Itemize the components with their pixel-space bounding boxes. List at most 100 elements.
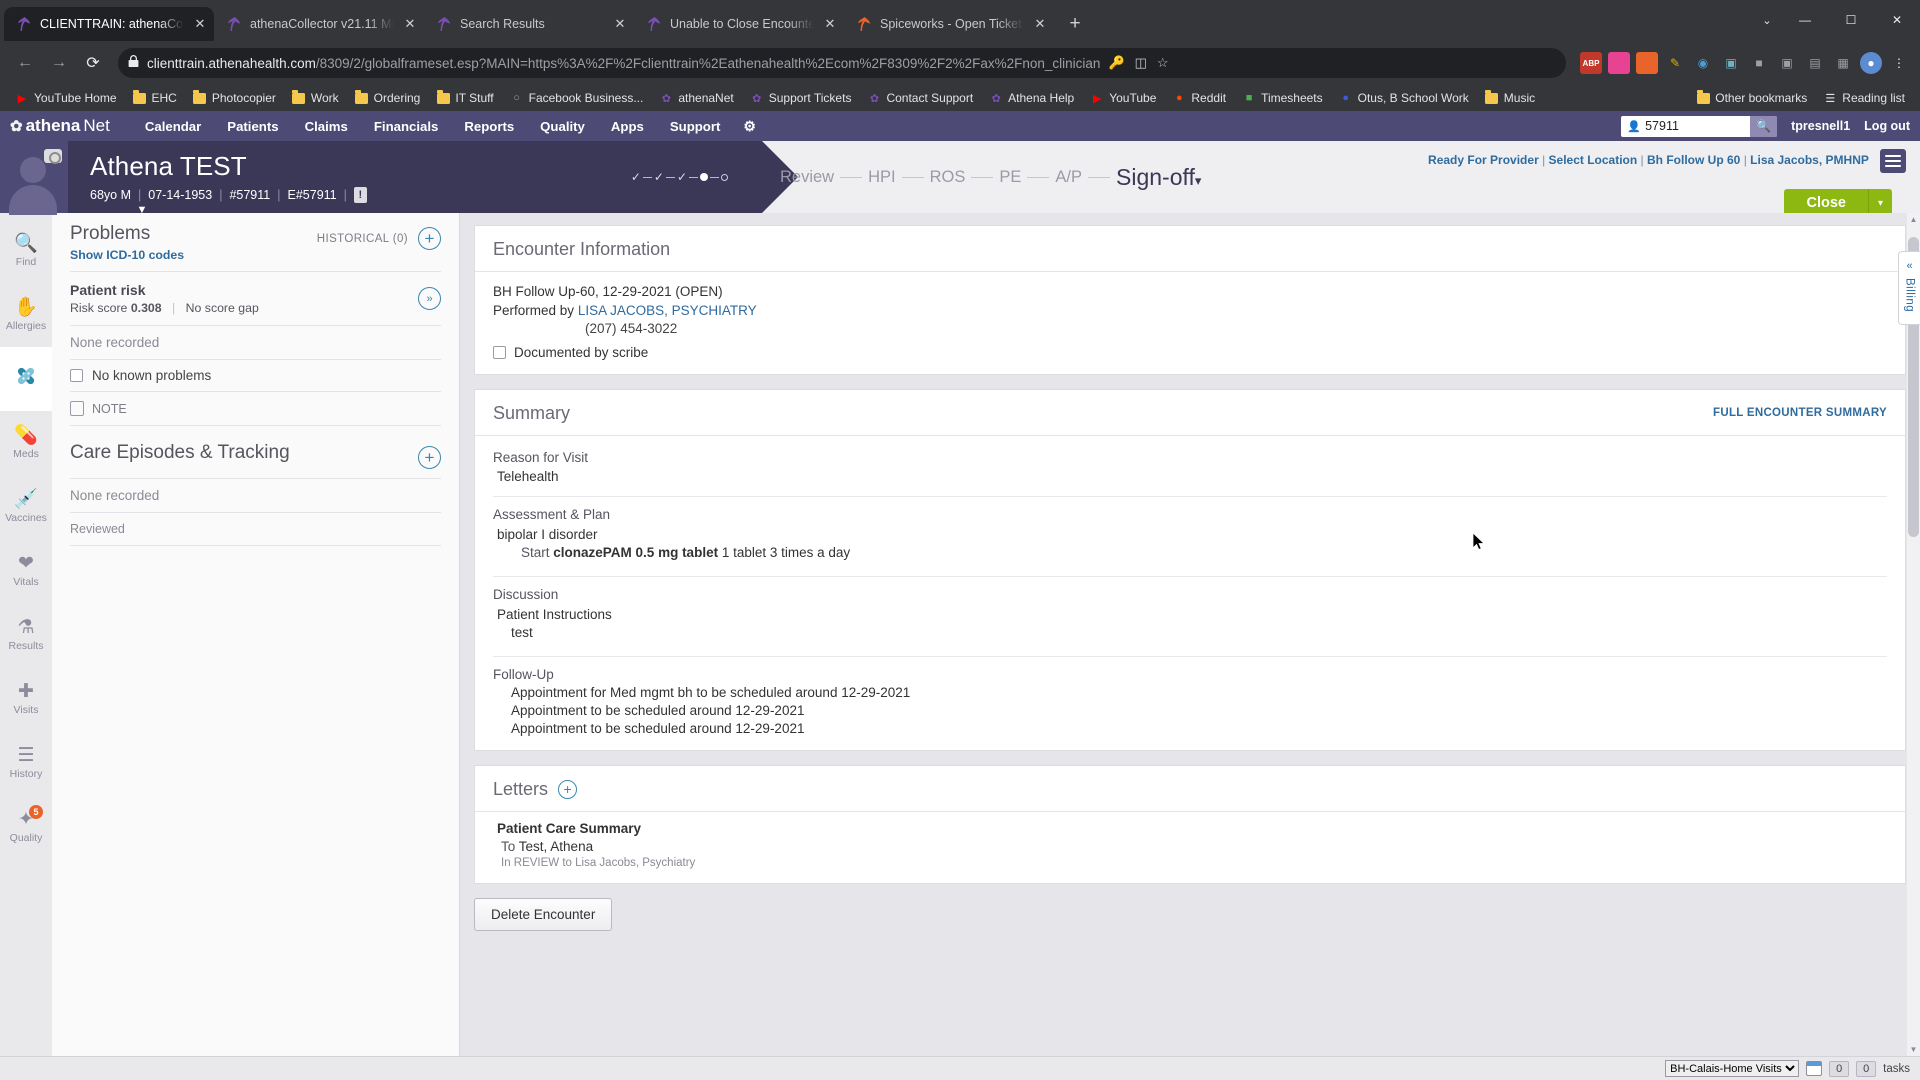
extension-grey4-icon[interactable]: ▦ bbox=[1832, 52, 1854, 74]
billing-side-tab[interactable]: « Billing bbox=[1898, 251, 1920, 325]
extension-teal-icon[interactable]: ▣ bbox=[1720, 52, 1742, 74]
delete-encounter-button[interactable]: Delete Encounter bbox=[474, 898, 612, 931]
rail-item-problems[interactable] bbox=[0, 347, 52, 411]
reload-button[interactable]: ⟳ bbox=[78, 48, 108, 78]
nav-item-claims[interactable]: Claims bbox=[292, 119, 361, 134]
nav-item-quality[interactable]: Quality bbox=[527, 119, 598, 134]
nav-item-support[interactable]: Support bbox=[657, 119, 734, 134]
calendar-icon[interactable] bbox=[1806, 1061, 1822, 1076]
count-badge-2[interactable]: 0 bbox=[1856, 1061, 1876, 1077]
nav-item-apps[interactable]: Apps bbox=[598, 119, 657, 134]
stage-review[interactable]: Review bbox=[774, 168, 840, 187]
add-problem-icon[interactable]: + bbox=[418, 227, 441, 250]
reading-list-button[interactable]: ☰Reading list bbox=[1816, 89, 1912, 107]
no-known-problems-checkbox[interactable] bbox=[70, 369, 83, 382]
back-button[interactable]: ← bbox=[10, 48, 40, 78]
bookmark-item[interactable]: ▶YouTube bbox=[1083, 89, 1163, 107]
scroll-down-arrow-icon[interactable]: ▼ bbox=[1908, 1045, 1919, 1054]
patient-risk-row[interactable]: Patient risk Risk score 0.308 | No score… bbox=[52, 272, 459, 325]
hamburger-icon[interactable] bbox=[1880, 149, 1906, 173]
bookmark-item[interactable]: Photocopier bbox=[186, 89, 283, 107]
historical-count[interactable]: HISTORICAL (0) bbox=[317, 233, 408, 245]
bookmark-item[interactable]: Ordering bbox=[348, 89, 428, 107]
bookmark-item[interactable]: EHC bbox=[126, 89, 184, 107]
bookmark-item[interactable]: ■Timesheets bbox=[1235, 89, 1330, 107]
rail-item-results[interactable]: ⚗ Results bbox=[0, 603, 52, 667]
nav-item-financials[interactable]: Financials bbox=[361, 119, 452, 134]
problems-note-row[interactable]: NOTE bbox=[52, 392, 459, 425]
stage-ap[interactable]: A/P bbox=[1049, 168, 1088, 187]
window-close-button[interactable]: ✕ bbox=[1874, 0, 1920, 40]
other-bookmarks-folder[interactable]: Other bookmarks bbox=[1689, 89, 1814, 107]
browser-tab[interactable]: Spiceworks - Open Tickets ✕ bbox=[844, 7, 1054, 41]
bookmark-item[interactable]: ●Otus, B School Work bbox=[1332, 89, 1476, 107]
tab-close-icon[interactable]: ✕ bbox=[822, 16, 838, 32]
browser-menu-icon[interactable]: ⋮ bbox=[1888, 52, 1910, 74]
extension-pink-icon[interactable] bbox=[1608, 52, 1630, 74]
tab-close-icon[interactable]: ✕ bbox=[1032, 16, 1048, 32]
browser-tab[interactable]: Unable to Close Encounter ✕ bbox=[634, 7, 844, 41]
nav-item-calendar[interactable]: Calendar bbox=[132, 119, 214, 134]
extension-blue-icon[interactable]: ◉ bbox=[1692, 52, 1714, 74]
stage-signoff[interactable]: Sign-off▾ bbox=[1110, 164, 1207, 191]
key-icon[interactable]: 🔑 bbox=[1108, 55, 1124, 71]
scroll-up-arrow-icon[interactable]: ▲ bbox=[1908, 215, 1919, 224]
main-scrollbar[interactable]: ▲ ▼ bbox=[1907, 213, 1920, 1056]
tab-search-chevron-icon[interactable]: ⌄ bbox=[1752, 0, 1782, 40]
link-appointment-type[interactable]: Bh Follow Up 60 bbox=[1647, 153, 1740, 167]
show-icd-link[interactable]: Show ICD-10 codes bbox=[70, 248, 184, 262]
camera-icon[interactable] bbox=[44, 149, 62, 163]
add-letter-icon[interactable]: + bbox=[558, 780, 577, 799]
provider-link[interactable]: LISA JACOBS, PSYCHIATRY bbox=[578, 303, 757, 318]
no-known-problems-row[interactable]: No known problems bbox=[52, 360, 459, 391]
profile-avatar-icon[interactable]: ● bbox=[1860, 52, 1882, 74]
pencil-icon[interactable]: ✎ bbox=[1664, 52, 1686, 74]
minimize-button[interactable]: — bbox=[1782, 0, 1828, 40]
browser-tab[interactable]: CLIENTTRAIN: athenaCollector v... ✕ bbox=[4, 7, 214, 41]
browser-tab[interactable]: Search Results ✕ bbox=[424, 7, 634, 41]
address-bar[interactable]: clienttrain.athenahealth.com/8309/2/glob… bbox=[118, 48, 1566, 78]
search-input[interactable] bbox=[1645, 116, 1750, 137]
rail-item-quality[interactable]: ✦ 5 Quality bbox=[0, 795, 52, 859]
rail-item-vaccines[interactable]: 💉 Vaccines bbox=[0, 475, 52, 539]
scribe-checkbox[interactable] bbox=[493, 346, 506, 359]
link-select-location[interactable]: Select Location bbox=[1549, 153, 1638, 167]
rail-item-vitals[interactable]: ❤ Vitals bbox=[0, 539, 52, 603]
link-provider[interactable]: Lisa Jacobs, PMHNP bbox=[1750, 153, 1869, 167]
new-tab-button[interactable]: + bbox=[1060, 9, 1090, 39]
tab-close-icon[interactable]: ✕ bbox=[402, 16, 418, 32]
patient-search[interactable]: 👤 🔍 bbox=[1621, 116, 1777, 137]
bookmark-item[interactable]: ▶YouTube Home bbox=[8, 89, 124, 107]
bookmark-item[interactable]: ●Reddit bbox=[1165, 89, 1233, 107]
rail-item-history[interactable]: ☰ History bbox=[0, 731, 52, 795]
tab-close-icon[interactable]: ✕ bbox=[612, 16, 628, 32]
stage-ros[interactable]: ROS bbox=[924, 168, 972, 187]
count-badge-1[interactable]: 0 bbox=[1829, 1061, 1849, 1077]
search-icon[interactable]: 🔍 bbox=[1750, 116, 1777, 137]
rail-item-meds[interactable]: 💊 Meds bbox=[0, 411, 52, 475]
extension-grey2-icon[interactable]: ▣ bbox=[1776, 52, 1798, 74]
extension-orange-icon[interactable] bbox=[1636, 52, 1658, 74]
maximize-button[interactable]: ☐ bbox=[1828, 0, 1874, 40]
athenanet-logo[interactable]: ✿ athenaNet bbox=[10, 116, 110, 136]
logout-link[interactable]: Log out bbox=[1864, 119, 1910, 133]
bookmark-item[interactable]: Music bbox=[1478, 89, 1542, 107]
sidepanel-icon[interactable]: ◫ bbox=[1135, 55, 1147, 71]
extension-grey3-icon[interactable]: ▤ bbox=[1804, 52, 1826, 74]
rail-item-allergies[interactable]: ✋ Allergies bbox=[0, 283, 52, 347]
bookmark-item[interactable]: ✿Support Tickets bbox=[743, 89, 859, 107]
nav-item-reports[interactable]: Reports bbox=[451, 119, 527, 134]
location-select[interactable]: BH-Calais-Home Visits bbox=[1665, 1060, 1799, 1077]
gear-icon[interactable]: ⚙ bbox=[733, 118, 766, 135]
alert-icon[interactable]: ! bbox=[354, 187, 367, 203]
forward-button[interactable]: → bbox=[44, 48, 74, 78]
documented-by-scribe-row[interactable]: Documented by scribe bbox=[493, 345, 1887, 360]
full-encounter-summary-link[interactable]: FULL ENCOUNTER SUMMARY bbox=[1713, 407, 1887, 419]
bookmark-item[interactable]: ✿Athena Help bbox=[982, 89, 1081, 107]
extension-grey-icon[interactable]: ■ bbox=[1748, 52, 1770, 74]
adblock-icon[interactable]: ABP bbox=[1580, 52, 1602, 74]
star-icon[interactable]: ☆ bbox=[1157, 55, 1169, 71]
rail-item-find[interactable]: 🔍 Find bbox=[0, 219, 52, 283]
bookmark-item[interactable]: Work bbox=[285, 89, 346, 107]
stage-pe[interactable]: PE bbox=[993, 168, 1027, 187]
